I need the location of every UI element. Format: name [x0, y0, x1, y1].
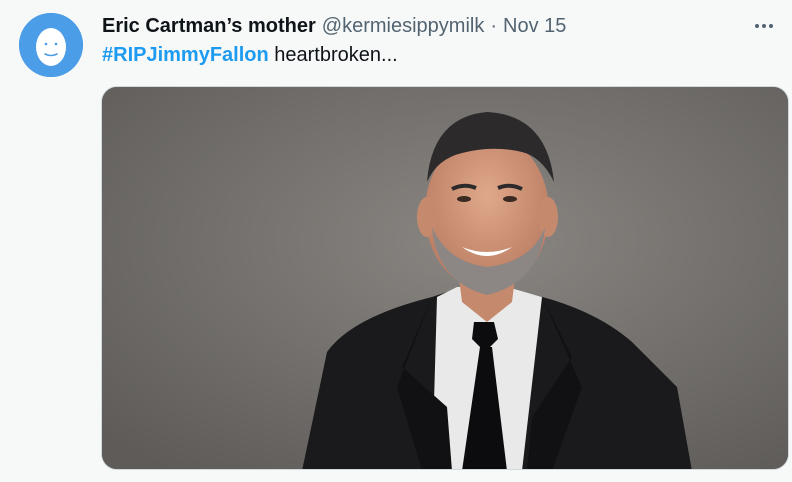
tweet-text: #RIPJimmyFallon heartbroken... — [102, 42, 398, 68]
tweet-card[interactable]: Eric Cartman’s mother @kermiesippymilk ·… — [0, 0, 792, 482]
tweet-media[interactable] — [101, 86, 789, 470]
tweet-date[interactable]: Nov 15 — [503, 13, 566, 39]
photo-man-in-suit — [102, 87, 788, 469]
hashtag-link[interactable]: #RIPJimmyFallon — [102, 44, 269, 66]
tweet-body: heartbroken... — [268, 44, 398, 66]
avatar[interactable] — [19, 13, 83, 77]
more-horizontal-icon — [755, 24, 773, 28]
separator-dot: · — [490, 15, 498, 37]
author-handle[interactable]: @kermiesippymilk — [322, 13, 485, 39]
tweet-header: Eric Cartman’s mother @kermiesippymilk ·… — [102, 13, 566, 39]
author-name[interactable]: Eric Cartman’s mother — [102, 13, 316, 39]
egg-avatar-icon — [19, 13, 83, 77]
more-button[interactable] — [752, 14, 776, 38]
